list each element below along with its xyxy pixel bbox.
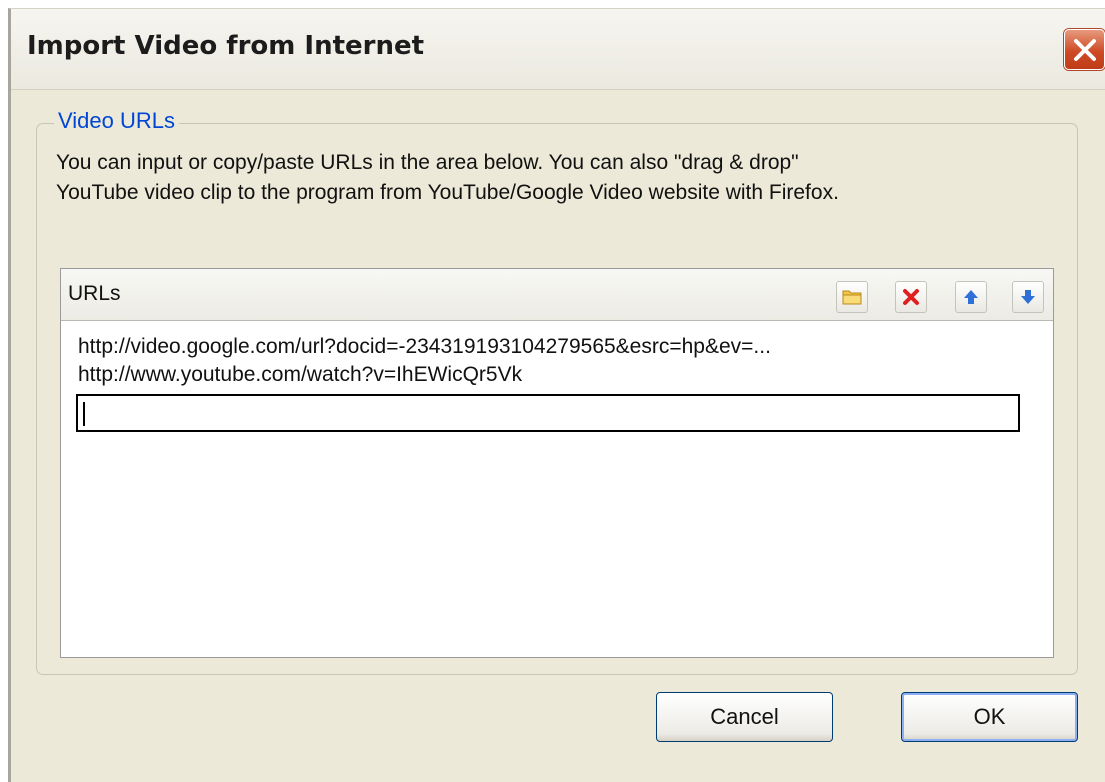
arrow-up-icon xyxy=(964,290,978,304)
list-item[interactable]: http://www.youtube.com/watch?v=IhEWicQr5… xyxy=(78,361,1038,389)
instructions-line: You can input or copy/paste URLs in the … xyxy=(56,151,799,174)
list-item[interactable]: http://video.google.com/url?docid=-23431… xyxy=(78,333,1038,361)
text-caret xyxy=(83,402,85,426)
close-button[interactable] xyxy=(1064,29,1105,70)
urls-list-header: URLs xyxy=(61,269,1053,321)
delete-x-icon xyxy=(903,289,919,305)
new-url-input[interactable] xyxy=(76,394,1020,432)
folder-icon xyxy=(842,290,862,305)
delete-url-button[interactable] xyxy=(895,281,927,313)
move-up-button[interactable] xyxy=(955,281,987,313)
move-down-button[interactable] xyxy=(1012,281,1044,313)
urls-list-panel: URLs http://video.google.com/url?docid=-… xyxy=(60,268,1054,658)
arrow-down-icon xyxy=(1021,290,1035,304)
ok-button[interactable]: OK xyxy=(901,692,1078,742)
dialog-title: Import Video from Internet xyxy=(27,31,425,61)
instructions-line: YouTube video clip to the program from Y… xyxy=(56,181,839,204)
instructions-text: You can input or copy/paste URLs in the … xyxy=(56,148,1076,208)
open-file-button[interactable] xyxy=(836,281,868,313)
url-list: http://video.google.com/url?docid=-23431… xyxy=(78,333,1038,389)
cancel-button[interactable]: Cancel xyxy=(656,692,833,742)
group-label: Video URLs xyxy=(54,106,179,136)
close-icon xyxy=(1074,39,1096,61)
title-bar[interactable]: Import Video from Internet xyxy=(11,9,1105,90)
urls-header-label: URLs xyxy=(68,282,121,305)
